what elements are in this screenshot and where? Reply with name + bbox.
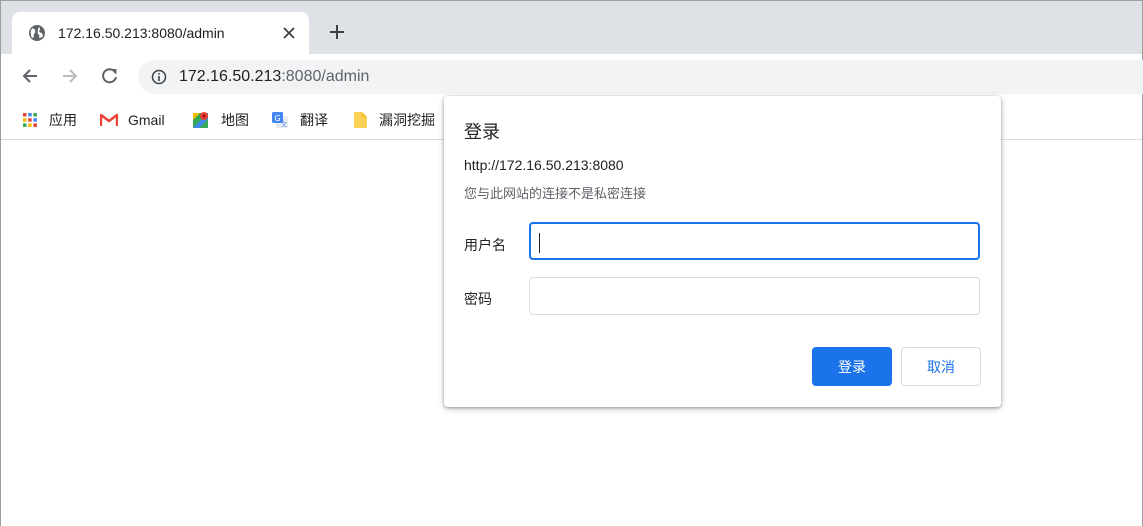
globe-icon bbox=[28, 24, 46, 42]
bookmark-translate[interactable]: G 文 翻译 bbox=[271, 107, 328, 133]
back-button[interactable] bbox=[18, 66, 42, 90]
browser-window: 172.16.50.213:8080/admin 172.16.50.213:8… bbox=[0, 0, 1143, 526]
plus-icon bbox=[329, 24, 345, 44]
connection-warning: 您与此网站的连接不是私密连接 bbox=[464, 187, 647, 202]
svg-text:G: G bbox=[274, 114, 280, 123]
password-label: 密码 bbox=[464, 292, 492, 308]
close-icon[interactable] bbox=[281, 25, 297, 41]
url-host: 172.16.50.213 bbox=[179, 68, 282, 85]
bookmark-folder[interactable]: 漏洞挖掘 bbox=[351, 107, 435, 133]
folder-icon bbox=[351, 111, 369, 129]
dialog-title: 登录 bbox=[464, 122, 500, 143]
tab-strip: 172.16.50.213:8080/admin bbox=[1, 1, 1142, 54]
apps-grid-icon bbox=[21, 111, 39, 129]
url-path: :8080/admin bbox=[281, 68, 370, 85]
login-button[interactable]: 登录 bbox=[812, 347, 892, 386]
info-icon[interactable] bbox=[151, 69, 167, 85]
dialog-origin: http://172.16.50.213:8080 bbox=[464, 157, 624, 173]
bookmark-maps[interactable]: 地图 bbox=[192, 107, 249, 133]
bookmark-label: 漏洞挖掘 bbox=[379, 112, 435, 128]
forward-arrow-icon bbox=[61, 67, 79, 89]
address-bar[interactable]: 172.16.50.213:8080/admin bbox=[138, 60, 1143, 94]
svg-text:文: 文 bbox=[281, 121, 287, 129]
bookmark-label: Gmail bbox=[128, 112, 165, 128]
cancel-button[interactable]: 取消 bbox=[901, 347, 981, 386]
translate-icon: G 文 bbox=[271, 111, 289, 129]
address-url: 172.16.50.213:8080/admin bbox=[179, 68, 369, 86]
bookmark-label: 翻译 bbox=[300, 112, 328, 128]
login-dialog: 登录 http://172.16.50.213:8080 您与此网站的连接不是私… bbox=[444, 96, 1001, 407]
username-label: 用户名 bbox=[464, 238, 506, 254]
bookmark-apps[interactable]: 应用 bbox=[21, 107, 77, 133]
text-caret bbox=[539, 233, 540, 253]
bookmark-label: 地图 bbox=[221, 112, 249, 128]
back-arrow-icon bbox=[21, 67, 39, 89]
maps-icon bbox=[192, 111, 210, 129]
bookmark-label: 应用 bbox=[49, 112, 77, 128]
toolbar: 172.16.50.213:8080/admin bbox=[1, 54, 1143, 102]
browser-tab[interactable]: 172.16.50.213:8080/admin bbox=[12, 12, 309, 54]
reload-icon bbox=[101, 67, 119, 89]
bookmark-gmail[interactable]: Gmail bbox=[100, 107, 165, 133]
tab-title: 172.16.50.213:8080/admin bbox=[58, 25, 225, 41]
username-input[interactable] bbox=[529, 222, 980, 260]
gmail-icon bbox=[100, 111, 118, 129]
forward-button[interactable] bbox=[58, 66, 82, 90]
password-input[interactable] bbox=[529, 277, 980, 315]
new-tab-button[interactable] bbox=[326, 23, 348, 45]
reload-button[interactable] bbox=[98, 66, 122, 90]
